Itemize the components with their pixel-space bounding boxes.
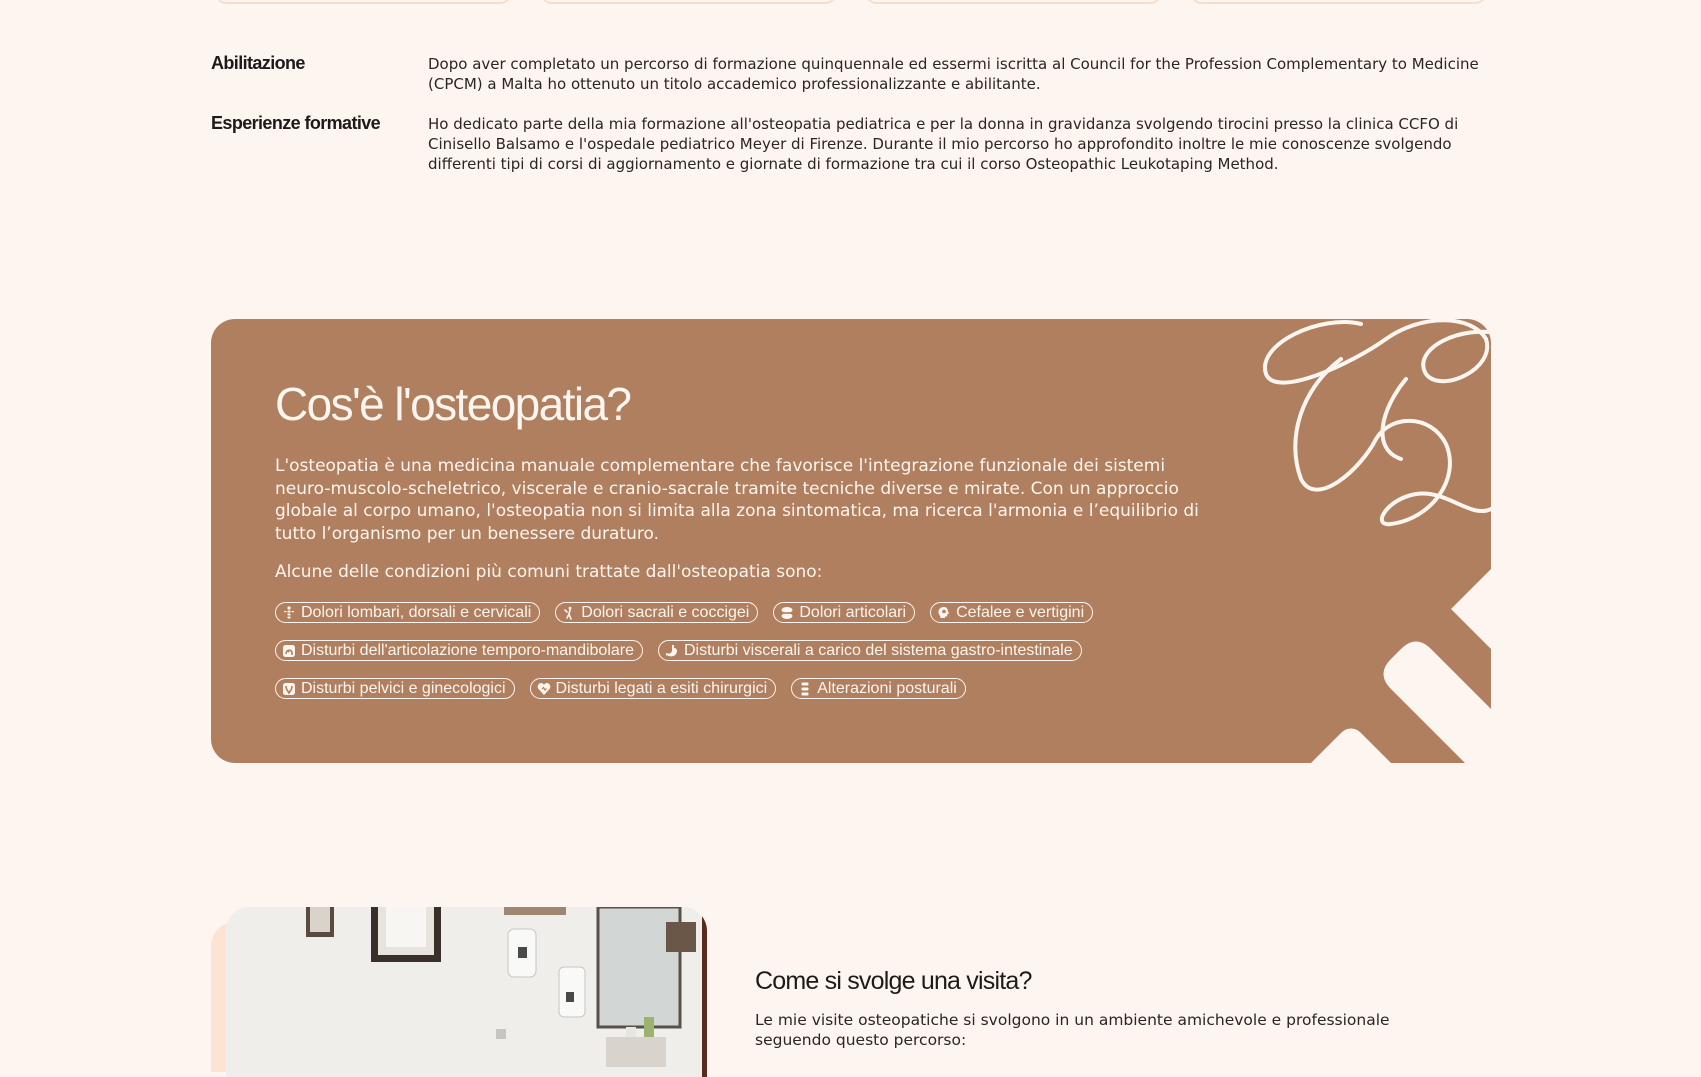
condition-tag: Dolori sacrali e coccigei (555, 602, 759, 623)
credential-text: Dopo aver completato un percorso di form… (428, 55, 1479, 93)
conditions-row-2: Disturbi dell'articolazione temporo-mand… (275, 640, 1082, 661)
visit-description: Le mie visite osteopatiche si svolgono i… (755, 1011, 1390, 1049)
studio-photo-illustration (226, 907, 707, 1077)
condition-tag: Disturbi pelvici e ginecologici (275, 678, 515, 699)
spine-icon (282, 605, 296, 620)
posture-icon (798, 682, 812, 696)
condition-tag: Disturbi dell'articolazione temporo-mand… (275, 640, 643, 661)
condition-tag: Cefalee e vertigini (930, 602, 1094, 623)
joint-icon (780, 606, 794, 620)
condition-label: Dolori articolari (799, 603, 907, 621)
osteopathy-title: Cos'è l'osteopatia? (275, 378, 632, 430)
condition-tag: Disturbi legati a esiti chirurgici (529, 678, 777, 699)
osteopathy-card: Cos'è l'osteopatia? L'osteopatia è una m… (211, 319, 1491, 763)
condition-tag: Dolori articolari (773, 602, 916, 623)
condition-label: Dolori lombari, dorsali e cervicali (301, 603, 532, 621)
condition-tag: Disturbi viscerali a carico del sistema … (658, 640, 1082, 661)
credential-label: Esperienze formative (211, 113, 381, 133)
head-icon (937, 606, 951, 620)
previous-card-2 (540, 0, 837, 2)
pelvis-icon (282, 682, 296, 696)
condition-label: Disturbi legati a esiti chirurgici (555, 679, 768, 697)
conditions-row-1: Dolori lombari, dorsali e cervicali Dolo… (275, 602, 1094, 623)
stomach-icon (665, 644, 679, 658)
conditions-row-3: Disturbi pelvici e ginecologici Disturbi… (275, 678, 966, 699)
jaw-icon (282, 644, 296, 658)
studio-photo (226, 907, 707, 1077)
decorative-squiggle (1262, 319, 1491, 763)
previous-card-3 (865, 0, 1162, 2)
previous-card-1 (215, 0, 512, 2)
credential-label: Abilitazione (211, 53, 305, 73)
condition-label: Disturbi viscerali a carico del sistema … (684, 641, 1073, 659)
condition-label: Disturbi dell'articolazione temporo-mand… (301, 641, 634, 659)
condition-label: Dolori sacrali e coccigei (581, 603, 750, 621)
condition-tag: Alterazioni posturali (791, 678, 966, 699)
condition-tag: Dolori lombari, dorsali e cervicali (275, 602, 541, 623)
back-pain-icon (562, 606, 576, 620)
osteopathy-description: L'osteopatia è una medicina manuale comp… (275, 456, 1199, 544)
visit-title: Come si svolge una visita? (755, 967, 1032, 995)
previous-card-4 (1190, 0, 1487, 2)
condition-label: Alterazioni posturali (817, 679, 957, 697)
credential-text: Ho dedicato parte della mia formazione a… (428, 115, 1459, 173)
condition-label: Cefalee e vertigini (956, 603, 1085, 621)
condition-label: Disturbi pelvici e ginecologici (301, 679, 506, 697)
conditions-intro: Alcune delle condizioni più comuni tratt… (275, 562, 823, 582)
heart-icon (537, 682, 551, 696)
